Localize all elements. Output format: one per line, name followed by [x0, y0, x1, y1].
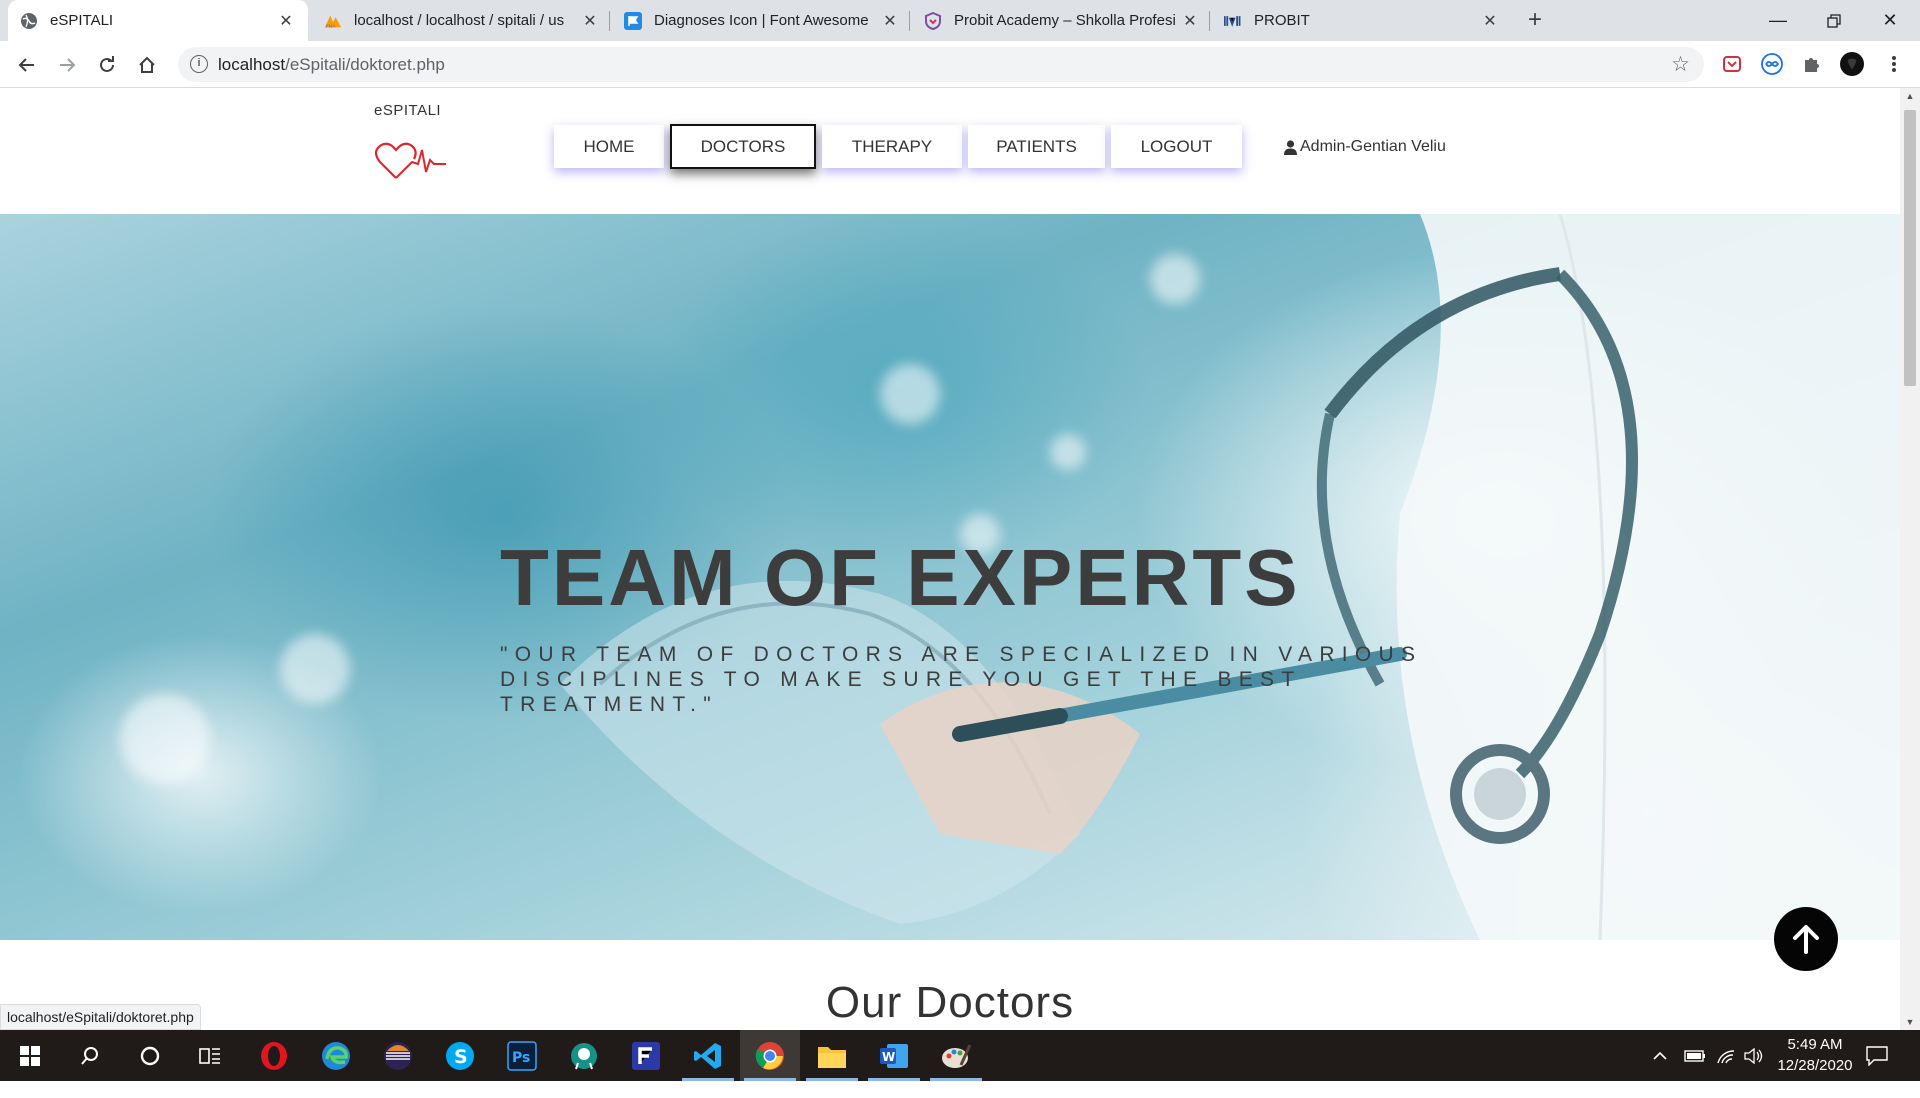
browser-tab-strip: eSPITALI ✕ PMA localhost / localhost / s… [0, 0, 1920, 41]
paint-icon[interactable] [926, 1030, 986, 1081]
shield-icon [924, 11, 942, 30]
scrollbar-thumb[interactable] [1904, 110, 1916, 386]
tab-separator [909, 11, 910, 31]
forward-arrow-icon[interactable] [52, 50, 82, 80]
puzzle-extensions-icon[interactable] [1800, 52, 1824, 76]
url-text: localhost/eSpitali/doktoret.php [218, 55, 445, 75]
reload-icon[interactable] [92, 50, 122, 80]
tab-title: localhost / localhost / spitali / us [354, 12, 565, 29]
battery-icon[interactable] [1684, 1030, 1706, 1081]
restore-window-icon[interactable] [1806, 0, 1862, 41]
clock-date: 12/28/2020 [1777, 1057, 1853, 1074]
wifi-icon[interactable] [1716, 1030, 1736, 1081]
user-icon [1284, 139, 1297, 155]
infinity-extension-icon[interactable] [1760, 52, 1784, 76]
browser-tab-probit[interactable]: PROBIT ✕ [1212, 0, 1512, 41]
heartbeat-logo-icon[interactable] [374, 140, 446, 182]
new-tab-button[interactable]: + [1520, 6, 1550, 36]
url-host: localhost [218, 55, 286, 74]
taskbar-clock[interactable]: 5:49 AM 12/28/2020 [1770, 1034, 1860, 1076]
close-window-icon[interactable]: ✕ [1862, 0, 1918, 41]
back-arrow-icon[interactable] [12, 50, 42, 80]
scroll-down-arrow-icon[interactable]: ▼ [1900, 1014, 1920, 1030]
site-info-icon[interactable]: i [190, 55, 208, 73]
skype-icon[interactable]: S [430, 1030, 490, 1081]
nav-home[interactable]: HOME [554, 125, 664, 168]
photoshop-icon[interactable]: Ps [492, 1030, 552, 1081]
clock-time: 5:49 AM [1787, 1036, 1843, 1053]
url-path: /eSpitali/doktoret.php [285, 55, 445, 74]
edge-icon[interactable] [306, 1030, 366, 1081]
pocket-extension-icon[interactable] [1720, 52, 1744, 76]
address-bar[interactable]: i localhost/eSpitali/doktoret.php ☆ [178, 47, 1704, 82]
main-navigation: HOME DOCTORS THERAPY PATIENTS LOGOUT [554, 124, 1242, 169]
close-tab-icon[interactable]: ✕ [580, 11, 600, 31]
file-explorer-icon[interactable] [802, 1030, 862, 1081]
globe-icon [20, 12, 38, 30]
chrome-menu-icon[interactable] [1882, 52, 1906, 76]
probit-logo-icon [1224, 12, 1242, 30]
arrow-up-icon [1793, 925, 1819, 954]
tab-title: eSPITALI [50, 12, 114, 29]
scroll-to-top-button[interactable] [1774, 907, 1838, 971]
minimize-window-icon[interactable]: — [1750, 0, 1806, 41]
svg-text:PMA: PMA [326, 24, 337, 30]
eclipse-icon[interactable] [368, 1030, 428, 1081]
nav-therapy[interactable]: THERAPY [822, 125, 962, 168]
browser-tab-espitali[interactable]: eSPITALI ✕ [8, 0, 308, 41]
windows-start-icon[interactable] [0, 1030, 60, 1081]
close-tab-icon[interactable]: ✕ [1480, 11, 1500, 31]
chrome-icon[interactable] [740, 1030, 800, 1081]
windows-taskbar: S Ps W 5:49 AM 12/28/2020 [0, 1030, 1920, 1081]
tab-separator [1209, 11, 1210, 31]
vscode-icon[interactable] [678, 1030, 738, 1081]
tab-title: PROBIT [1254, 12, 1310, 29]
hero-title: TEAM OF EXPERTS [500, 533, 1301, 622]
hero-subtitle: "Our team of doctors are specialized in … [500, 643, 1423, 716]
close-tab-icon[interactable]: ✕ [880, 11, 900, 31]
app-f-icon[interactable] [616, 1030, 676, 1081]
bookmark-star-icon[interactable]: ☆ [1671, 52, 1690, 77]
home-icon[interactable] [132, 50, 162, 80]
search-icon[interactable] [60, 1030, 120, 1081]
screen-bottom-margin [0, 1081, 1920, 1098]
svg-text:Ps: Ps [512, 1050, 530, 1066]
user-name: Admin-Gentian Veliu [1300, 138, 1446, 155]
volume-icon[interactable] [1744, 1030, 1764, 1081]
close-tab-icon[interactable]: ✕ [1180, 11, 1200, 31]
gitkraken-icon[interactable] [554, 1030, 614, 1081]
nav-patients[interactable]: PATIENTS [968, 125, 1105, 168]
svg-text:S: S [454, 1046, 468, 1068]
opera-icon[interactable] [244, 1030, 304, 1081]
link-status-bar: localhost/eSpitali/doktoret.php [0, 1004, 201, 1030]
close-tab-icon[interactable]: ✕ [276, 11, 296, 31]
browser-toolbar: i localhost/eSpitali/doktoret.php ☆ [0, 41, 1920, 88]
browser-tab-probit-academy[interactable]: Probit Academy – Shkolla Profesi ✕ [912, 0, 1212, 41]
page-scrollbar[interactable]: ▲ ▼ [1900, 88, 1920, 1030]
site-brand[interactable]: eSPITALI [374, 102, 441, 119]
section-title-our-doctors: Our Doctors [825, 978, 1075, 1027]
nav-logout[interactable]: LOGOUT [1111, 125, 1242, 168]
phpmyadmin-icon: PMA [324, 12, 342, 30]
hero-banner: TEAM OF EXPERTS "Our team of doctors are… [0, 214, 1900, 940]
scroll-up-arrow-icon[interactable]: ▲ [1900, 88, 1920, 104]
tab-separator [609, 11, 610, 31]
svg-text:W: W [882, 1050, 895, 1064]
browser-tab-phpmyadmin[interactable]: PMA localhost / localhost / spitali / us… [312, 0, 612, 41]
cortana-icon[interactable] [120, 1030, 180, 1081]
profile-avatar-icon[interactable] [1840, 52, 1864, 76]
tab-title: Diagnoses Icon | Font Awesome [654, 12, 869, 29]
action-center-icon[interactable] [1866, 1030, 1888, 1081]
word-icon[interactable]: W [864, 1030, 924, 1081]
flag-icon [624, 11, 642, 30]
show-hidden-icons-chevron-icon[interactable] [1652, 1030, 1668, 1081]
tab-title: Probit Academy – Shkolla Profesi [954, 12, 1176, 29]
page-viewport: eSPITALI HOME DOCTORS THERAPY PATIENTS L… [0, 88, 1900, 1030]
nav-doctors[interactable]: DOCTORS [670, 124, 816, 169]
current-user[interactable]: Admin-Gentian Veliu [1284, 138, 1446, 156]
browser-tab-font-awesome[interactable]: Diagnoses Icon | Font Awesome ✕ [612, 0, 912, 41]
task-view-icon[interactable] [180, 1030, 240, 1081]
